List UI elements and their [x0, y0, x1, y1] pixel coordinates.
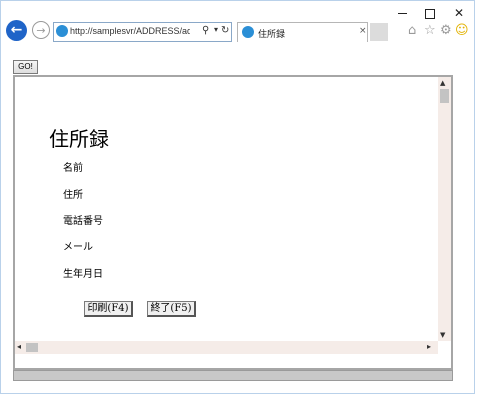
scroll-down-icon[interactable]: ▼ — [440, 331, 445, 339]
field-label-phone: 電話番号 — [63, 216, 103, 227]
page-content: 住所録 名前 住所 電話番号 メール 生年月日 印刷(F4) 終了(F5) — [15, 77, 438, 341]
star-icon[interactable]: ☆ — [424, 23, 436, 38]
scroll-left-icon[interactable]: ◂ — [17, 342, 21, 351]
field-label-email: メール — [63, 242, 93, 253]
site-icon — [56, 25, 68, 37]
scroll-up-icon[interactable]: ▲ — [440, 79, 445, 87]
close-icon: ✕ — [453, 6, 465, 20]
tab-close-icon[interactable]: × — [359, 26, 367, 36]
field-label-address: 住所 — [63, 190, 83, 201]
close-window-button[interactable]: ✕ — [444, 6, 474, 20]
print-button[interactable]: 印刷(F4) — [84, 301, 133, 317]
minimize-button[interactable] — [387, 6, 417, 20]
page-frame: 住所録 名前 住所 電話番号 メール 生年月日 印刷(F4) 終了(F5) ▲ … — [13, 75, 453, 370]
home-icon[interactable]: ⌂ — [408, 23, 416, 38]
exit-button[interactable]: 終了(F5) — [147, 301, 196, 317]
tab-site-icon — [242, 26, 254, 38]
horizontal-scroll-thumb[interactable] — [26, 343, 38, 352]
scroll-right-icon[interactable]: ▸ — [427, 342, 431, 351]
go-button[interactable]: GO! — [13, 60, 38, 74]
horizontal-scrollbar[interactable]: ◂ ▸ — [15, 341, 438, 354]
status-bar — [13, 370, 453, 381]
browser-window: ✕ ← → http://samplesvr/ADDRESS/address.h… — [0, 0, 475, 394]
search-icon[interactable]: ⚲ — [202, 25, 209, 36]
forward-button[interactable]: → — [32, 21, 50, 39]
tab-addressbook[interactable]: 住所録 × — [237, 22, 368, 42]
address-text[interactable]: http://samplesvr/ADDRESS/address.ht — [70, 26, 190, 36]
maximize-button[interactable] — [415, 6, 445, 20]
new-tab-button[interactable] — [370, 23, 388, 41]
smiley-icon[interactable]: ☺ — [455, 23, 469, 38]
page-title: 住所録 — [49, 127, 109, 151]
vertical-scrollbar[interactable]: ▲ ▼ — [438, 77, 451, 341]
field-label-birthday: 生年月日 — [63, 269, 103, 280]
maximize-icon — [425, 8, 435, 19]
dropdown-icon[interactable]: ▾ — [214, 25, 218, 34]
vertical-scroll-thumb[interactable] — [440, 89, 449, 103]
forward-arrow-icon: → — [36, 24, 46, 37]
tab-label: 住所録 — [258, 30, 286, 40]
address-bar[interactable]: http://samplesvr/ADDRESS/address.ht ⚲ ▾ … — [53, 22, 232, 42]
back-button[interactable]: ← — [6, 20, 27, 41]
field-label-name: 名前 — [63, 163, 83, 174]
minimize-icon — [397, 13, 407, 14]
back-arrow-icon: ← — [10, 22, 23, 38]
gear-icon[interactable]: ⚙ — [440, 23, 452, 38]
refresh-icon[interactable]: ↻ — [221, 25, 229, 36]
